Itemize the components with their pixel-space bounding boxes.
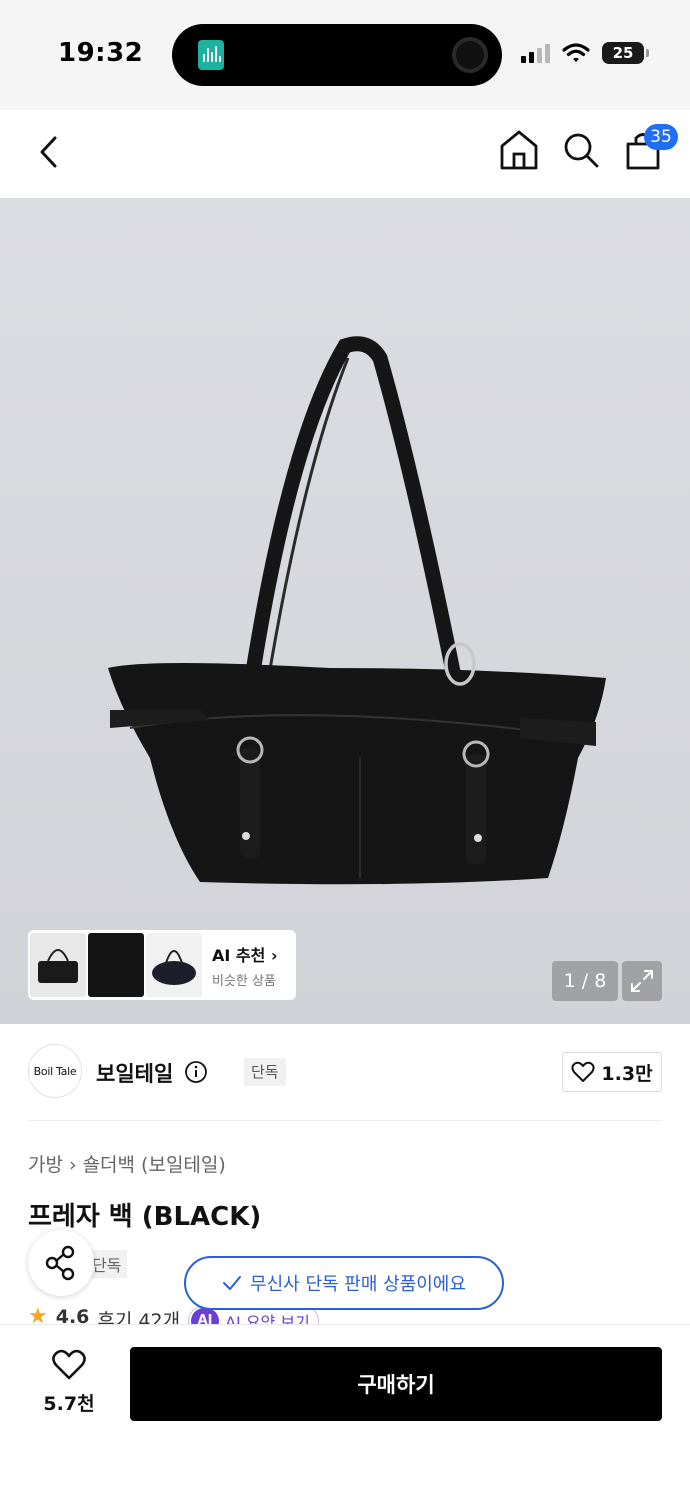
breadcrumb: 가방 › 숄더백 (보일테일) bbox=[28, 1150, 226, 1177]
ai-reco-title: AI 추천 › bbox=[212, 942, 278, 966]
header-actions: 35 bbox=[498, 124, 678, 172]
search-icon bbox=[564, 133, 599, 168]
divider bbox=[28, 1120, 662, 1121]
chevron-left-icon bbox=[40, 136, 57, 168]
info-icon[interactable] bbox=[184, 1060, 208, 1084]
battery-icon: 25 bbox=[602, 42, 649, 64]
wishlist-button[interactable]: 5.7천 bbox=[28, 1349, 110, 1416]
toast-text: 무신사 단독 판매 상품이에요 bbox=[250, 1274, 466, 1295]
product-image-carousel[interactable]: AI 추천 › 비슷한 상품 1 / 8 bbox=[0, 198, 690, 1024]
heart-icon bbox=[571, 1061, 596, 1082]
share-icon bbox=[45, 1245, 75, 1281]
cart-button[interactable]: 35 bbox=[622, 124, 678, 172]
home-button[interactable] bbox=[498, 128, 540, 172]
exclusive-tag: 단독 bbox=[244, 1058, 286, 1086]
recommended-product-thumbnail[interactable] bbox=[88, 933, 144, 997]
status-time: 19:32 bbox=[58, 38, 144, 68]
home-icon bbox=[500, 130, 538, 170]
product-title: 프레자 백 (BLACK) bbox=[28, 1202, 262, 1232]
ai-reco-text: AI 추천 › 비슷한 상품 bbox=[212, 942, 278, 989]
brand-like-button[interactable]: 1.3만 bbox=[562, 1052, 662, 1092]
brand-name[interactable]: 보일테일 bbox=[96, 1058, 173, 1088]
bag-thumbnail-3 bbox=[152, 950, 196, 985]
back-button[interactable] bbox=[30, 130, 70, 174]
buy-button[interactable]: 구매하기 bbox=[130, 1347, 662, 1421]
dynamic-island bbox=[172, 24, 502, 86]
brand-row: Boil Tale 보일테일 단독 1.3만 bbox=[28, 1044, 662, 1100]
share-button[interactable] bbox=[28, 1230, 94, 1296]
image-counter: 1 / 8 bbox=[552, 961, 618, 1001]
wishlist-count: 5.7천 bbox=[43, 1393, 95, 1415]
recommended-product-thumbnail[interactable] bbox=[146, 933, 202, 997]
heart-icon bbox=[52, 1349, 86, 1380]
ai-reco-title-text: AI 추천 bbox=[212, 945, 266, 965]
cart-count-badge: 35 bbox=[644, 124, 678, 150]
breadcrumb-category[interactable]: 가방 bbox=[28, 1154, 63, 1176]
recommended-product-thumbnail[interactable] bbox=[30, 933, 86, 997]
status-indicators: 25 bbox=[521, 42, 649, 64]
camera-icon bbox=[452, 37, 488, 73]
search-button[interactable] bbox=[560, 128, 602, 172]
brand-like-count: 1.3만 bbox=[601, 1062, 653, 1085]
wifi-icon bbox=[562, 43, 590, 62]
voice-recorder-icon bbox=[198, 40, 224, 70]
status-bar: 19:32 25 bbox=[0, 0, 690, 110]
exclusive-toast: 무신사 단독 판매 상품이에요 bbox=[184, 1256, 504, 1310]
ai-reco-subtitle: 비슷한 상품 bbox=[212, 973, 276, 989]
chevron-right-icon: › bbox=[270, 945, 278, 965]
brand-logo[interactable]: Boil Tale bbox=[28, 1044, 82, 1098]
check-icon bbox=[223, 1276, 242, 1290]
expand-image-button[interactable] bbox=[622, 961, 662, 1001]
bottom-action-bar: 5.7천 구매하기 bbox=[0, 1324, 690, 1500]
cellular-signal-icon bbox=[521, 43, 550, 63]
expand-icon bbox=[631, 970, 653, 992]
product-photo bbox=[108, 336, 606, 885]
breadcrumb-subcategory[interactable]: 숄더백 (보일테일) bbox=[83, 1154, 226, 1176]
bag-thumbnail-1 bbox=[38, 949, 78, 983]
chevron-right-icon: › bbox=[68, 1154, 77, 1176]
ai-recommendation-card[interactable]: AI 추천 › 비슷한 상품 bbox=[28, 930, 296, 1000]
